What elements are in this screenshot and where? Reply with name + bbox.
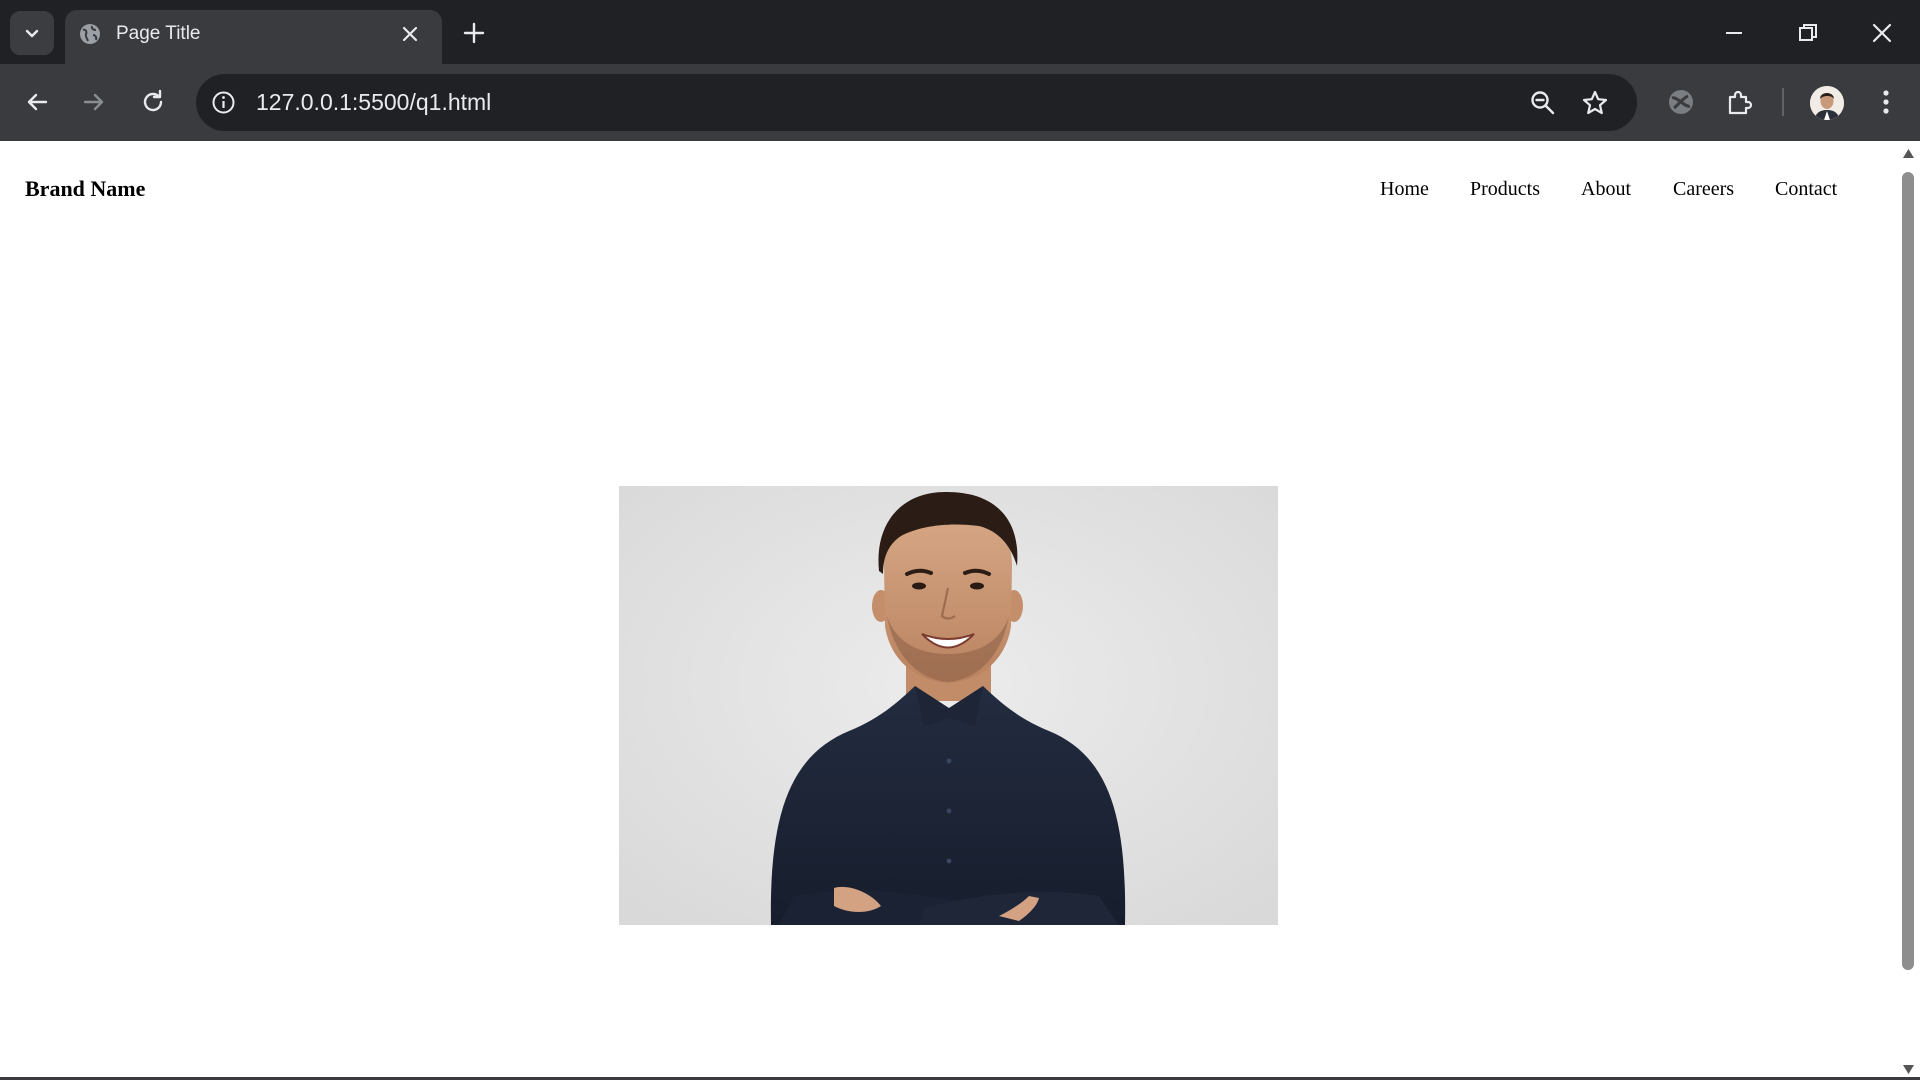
minimize-icon[interactable] [1721,20,1747,46]
vertical-scrollbar[interactable] [1897,141,1920,1080]
nav-link-about[interactable]: About [1581,177,1631,201]
scroll-down-arrow-icon[interactable] [1903,1065,1914,1074]
back-arrow-icon[interactable] [22,87,52,117]
brand-name[interactable]: Brand Name [25,176,145,202]
info-icon[interactable] [210,89,237,116]
nav-link-home[interactable]: Home [1380,177,1429,201]
extension-icon[interactable] [1665,86,1697,118]
toolbar-divider [1782,88,1784,116]
tab-title: Page Title [116,23,201,44]
forward-arrow-icon[interactable] [79,87,109,117]
hero-image [619,486,1278,925]
globe-icon [80,24,100,44]
scroll-up-arrow-icon[interactable] [1903,149,1914,158]
active-tab[interactable]: Page Title [65,10,442,64]
tab-strip: Page Title [0,0,1920,64]
close-icon[interactable] [398,22,422,46]
url-text[interactable]: 127.0.0.1:5500/q1.html [256,89,491,116]
nav-link-careers[interactable]: Careers [1673,177,1734,201]
page-viewport: Brand Name Home Products About Careers C… [0,141,1897,1080]
portrait-photo [619,486,1278,925]
profile-picture [1810,86,1844,120]
address-bar[interactable]: 127.0.0.1:5500/q1.html [196,74,1637,131]
plus-icon[interactable] [461,20,487,46]
avatar[interactable] [1810,86,1844,120]
puzzle-icon[interactable] [1724,86,1756,118]
browser-toolbar: 127.0.0.1:5500/q1.html [0,64,1920,141]
reload-icon[interactable] [138,87,168,117]
star-icon[interactable] [1580,88,1610,118]
zoom-icon[interactable] [1528,88,1558,118]
nav-link-contact[interactable]: Contact [1775,177,1837,201]
restore-icon[interactable] [1795,20,1821,46]
kebab-menu-icon[interactable] [1870,86,1902,118]
nav-link-products[interactable]: Products [1470,177,1540,201]
tab-search-button[interactable] [10,11,54,55]
chevron-down-icon [25,29,39,38]
scrollbar-thumb[interactable] [1902,172,1914,970]
close-window-icon[interactable] [1869,20,1895,46]
